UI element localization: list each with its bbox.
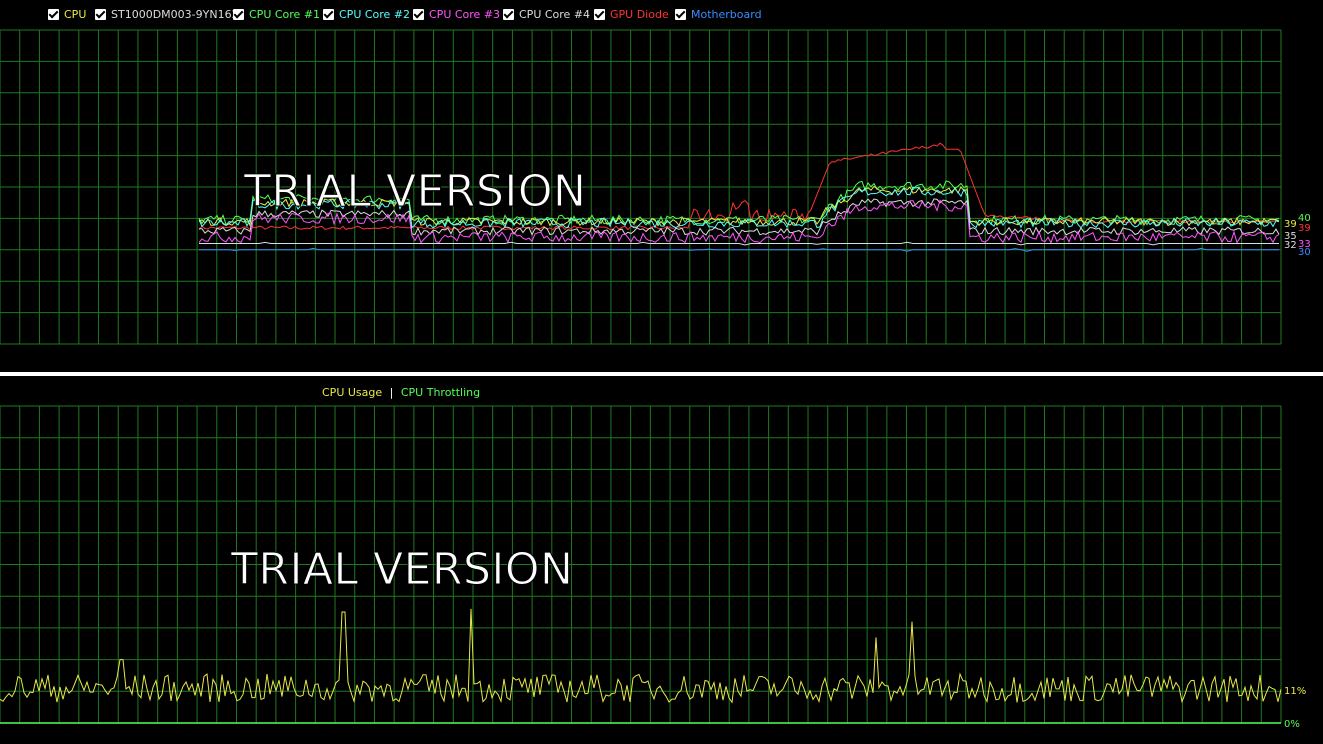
legend-item[interactable]: Motherboard (675, 6, 762, 22)
legend-item[interactable]: CPU (48, 6, 86, 22)
legend-label: GPU Diode (610, 7, 669, 21)
checkbox-icon[interactable] (503, 8, 514, 20)
usage-current-label: 11% (1284, 686, 1306, 697)
legend-cpu-usage[interactable]: CPU Usage (322, 386, 382, 399)
legend-item[interactable]: CPU Core #3 (413, 6, 500, 22)
chart-divider[interactable] (0, 372, 1323, 376)
checkbox-icon[interactable] (95, 8, 106, 20)
grid-lines (0, 405, 1282, 724)
checkbox-icon[interactable] (594, 8, 605, 20)
checkbox-icon[interactable] (48, 8, 59, 20)
temperature-legend: CPU ST1000DM003-9YN162 CPU Core #1 CPU Core… (0, 0, 1323, 28)
legend-item[interactable]: CPU Core #1 (233, 6, 320, 22)
legend-cpu-throttling[interactable]: CPU Throttling (401, 386, 480, 399)
trial-watermark: TRIAL VERSION (230, 544, 573, 595)
legend-label: CPU (64, 7, 87, 21)
legend-label: Motherboard (691, 7, 762, 21)
legend-item[interactable]: CPU Core #2 (323, 6, 410, 22)
legend-label: CPU Core #1 (249, 7, 321, 21)
checkbox-icon[interactable] (413, 8, 424, 20)
legend-item[interactable]: ST1000DM003-9YN162 (95, 6, 239, 22)
legend-label: CPU Core #2 (339, 7, 411, 21)
checkbox-icon[interactable] (233, 8, 244, 20)
legend-item[interactable]: GPU Diode (594, 6, 669, 22)
legend-item[interactable]: CPU Core #4 (503, 6, 590, 22)
legend-separator: | (389, 386, 394, 399)
throttling-current-label: 0% (1284, 719, 1300, 730)
legend-label: CPU Core #4 (519, 7, 591, 21)
legend-label: ST1000DM003-9YN162 (111, 7, 239, 21)
usage-legend: CPU Usage | CPU Throttling (0, 384, 1323, 402)
checkbox-icon[interactable] (323, 8, 334, 20)
cpu-usage-line (0, 608, 1282, 704)
checkbox-icon[interactable] (675, 8, 686, 20)
legend-label: CPU Core #3 (429, 7, 501, 21)
